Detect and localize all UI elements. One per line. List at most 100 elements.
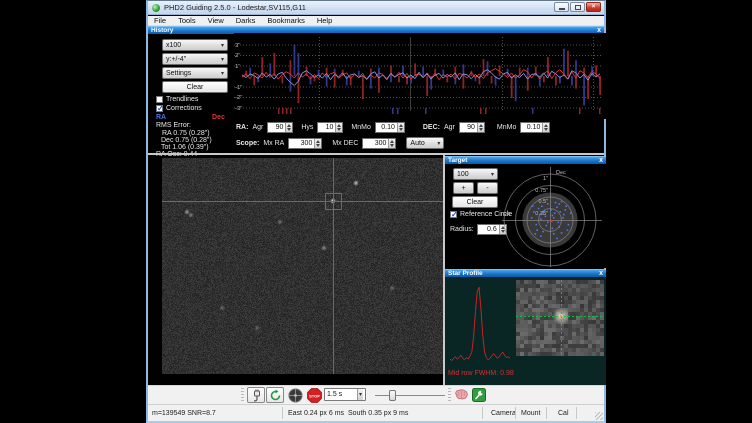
mnmo-label: MnMo: [351, 124, 370, 131]
ra-aggression-spinner[interactable]: 90: [267, 122, 293, 133]
spinner-arrows-icon[interactable]: [314, 139, 321, 148]
target-zoom-in-button[interactable]: +: [453, 182, 474, 194]
chevron-down-icon: ▾: [357, 389, 363, 400]
loop-arrows-icon: [269, 389, 282, 402]
gamma-slider-thumb[interactable]: [389, 390, 396, 401]
stop-button[interactable]: STOP: [305, 387, 323, 403]
minimize-button[interactable]: [554, 2, 569, 12]
spinner-arrows-icon[interactable]: [388, 139, 395, 148]
menu-view[interactable]: View: [202, 16, 230, 25]
checkbox-checked: [450, 211, 457, 218]
chevron-down-icon: ▾: [491, 171, 494, 178]
mxra-label: Mx RA: [263, 140, 284, 147]
rms-dec-value: Dec 0.75 (0.28"): [161, 137, 212, 144]
dec-legend-label: Dec: [212, 114, 225, 121]
statusbar-separator: [576, 407, 577, 419]
camera-settings-button[interactable]: [470, 387, 488, 403]
history-graph: [234, 33, 606, 119]
dock-splitter-horizontal[interactable]: [148, 153, 604, 155]
mxdec-label: Mx DEC: [332, 140, 358, 147]
brain-icon: [454, 389, 469, 401]
history-clear-button[interactable]: Clear: [162, 81, 228, 93]
phd2-app-icon: [152, 4, 160, 12]
max-dec-duration-spinner[interactable]: 300: [362, 138, 396, 149]
toolbar-gripper[interactable]: [241, 388, 244, 403]
screen: PHD2 Guiding 2.5.0 - Lodestar,SV115,G11 …: [0, 0, 752, 423]
loop-exposures-button[interactable]: [266, 387, 284, 403]
star-profile-pane-title: Star Profile: [448, 270, 483, 277]
dec-param-label: DEC:: [423, 124, 440, 131]
radius-row: Radius: 0.6: [450, 224, 507, 235]
dec-minmove-spinner[interactable]: 0.10: [520, 122, 550, 133]
history-scale-dropdown[interactable]: x100▾: [162, 39, 228, 51]
target-pane-titlebar[interactable]: Target x: [445, 156, 606, 164]
corrections-checkbox[interactable]: Corrections: [156, 105, 202, 112]
dec-guide-mode-dropdown[interactable]: Auto▾: [406, 137, 444, 149]
close-button[interactable]: ×: [586, 2, 601, 12]
history-settings-dropdown[interactable]: Settings▾: [162, 67, 228, 79]
ra-dec-param-row: RA: Agr 90 Hys 10 MnMo 0.10 DEC: Agr 90 …: [236, 122, 550, 133]
dec-mnmo-label: MnMo: [497, 124, 516, 131]
spinner-arrows-icon[interactable]: [542, 123, 549, 132]
guide-crosshair-icon: [288, 388, 303, 403]
chevron-down-icon: ▾: [437, 140, 440, 147]
checkbox-unchecked: [156, 96, 163, 103]
menu-file[interactable]: File: [148, 16, 172, 25]
guide-camera-view[interactable]: [162, 158, 443, 374]
window-title: PHD2 Guiding 2.5.0 - Lodestar,SV115,G11: [164, 3, 306, 12]
exposure-duration-select[interactable]: 1.5 s ▾: [324, 388, 366, 401]
ra-hysteresis-spinner[interactable]: 10: [317, 122, 343, 133]
advanced-settings-button[interactable]: [452, 387, 470, 403]
window-titlebar[interactable]: PHD2 Guiding 2.5.0 - Lodestar,SV115,G11 …: [148, 1, 604, 15]
ra-legend-label: RA: [156, 114, 166, 121]
rms-tot-value: Tot 1.06 (0.39"): [161, 144, 209, 151]
start-guiding-button[interactable]: [286, 387, 304, 403]
toolbar-gripper[interactable]: [448, 388, 451, 403]
rms-ra-value: RA 0.75 (0.28"): [162, 130, 210, 137]
camera-status-indicator: Camera: [491, 410, 516, 417]
menu-tools[interactable]: Tools: [172, 16, 202, 25]
chevron-down-icon: ▾: [221, 42, 224, 49]
target-scatter-plot: [502, 165, 606, 268]
dec-correction-readout: South 0.35 px 9 ms: [348, 410, 408, 417]
star-zoom-view: [516, 280, 604, 356]
spinner-arrows-icon[interactable]: [397, 123, 404, 132]
maximize-button[interactable]: [570, 2, 585, 12]
target-zoom-out-button[interactable]: -: [477, 182, 498, 194]
gamma-slider-track[interactable]: [375, 395, 445, 396]
hys-label: Hys: [301, 124, 313, 131]
spinner-arrows-icon[interactable]: [477, 123, 484, 132]
resize-grip[interactable]: [595, 412, 603, 420]
history-pane-title: History: [151, 27, 173, 34]
wrench-icon: [472, 388, 486, 402]
ra-param-label: RA:: [236, 124, 248, 131]
target-clear-button[interactable]: Clear: [452, 196, 498, 208]
history-yscale-dropdown[interactable]: y:+/-4"▾: [162, 53, 228, 65]
connect-equipment-button[interactable]: [247, 387, 265, 403]
target-close-icon[interactable]: x: [599, 158, 603, 164]
star-profile-curve: [448, 281, 512, 367]
dec-aggression-spinner[interactable]: 90: [459, 122, 485, 133]
ra-minmove-spinner[interactable]: 0.10: [375, 122, 405, 133]
scope-param-row: Scope: Mx RA 300 Mx DEC 300 Auto▾: [236, 137, 444, 149]
usb-plug-icon: [250, 389, 263, 402]
ra-correction-readout: East 0.24 px 6 ms: [288, 410, 344, 417]
statusbar-separator: [482, 407, 483, 419]
cal-status-indicator: Cal: [558, 410, 569, 417]
dec-agr-label: Agr: [444, 124, 455, 131]
agr-label: Agr: [252, 124, 263, 131]
rms-error-header: RMS Error:: [156, 122, 191, 129]
menu-help[interactable]: Help: [311, 16, 338, 25]
trendlines-checkbox[interactable]: Trendlines: [156, 96, 198, 103]
menu-darks[interactable]: Darks: [230, 16, 262, 25]
menu-bookmarks[interactable]: Bookmarks: [261, 16, 311, 25]
max-ra-duration-spinner[interactable]: 300: [288, 138, 322, 149]
spinner-arrows-icon[interactable]: [285, 123, 292, 132]
target-zoom-dropdown[interactable]: 100▾: [453, 168, 498, 180]
spinner-arrows-icon[interactable]: [335, 123, 342, 132]
star-profile-pane-titlebar[interactable]: Star Profile x: [445, 269, 606, 277]
checkbox-checked: [156, 105, 163, 112]
statusbar-separator: [282, 407, 283, 419]
star-profile-close-icon[interactable]: x: [599, 271, 603, 277]
radius-label: Radius:: [450, 226, 474, 233]
